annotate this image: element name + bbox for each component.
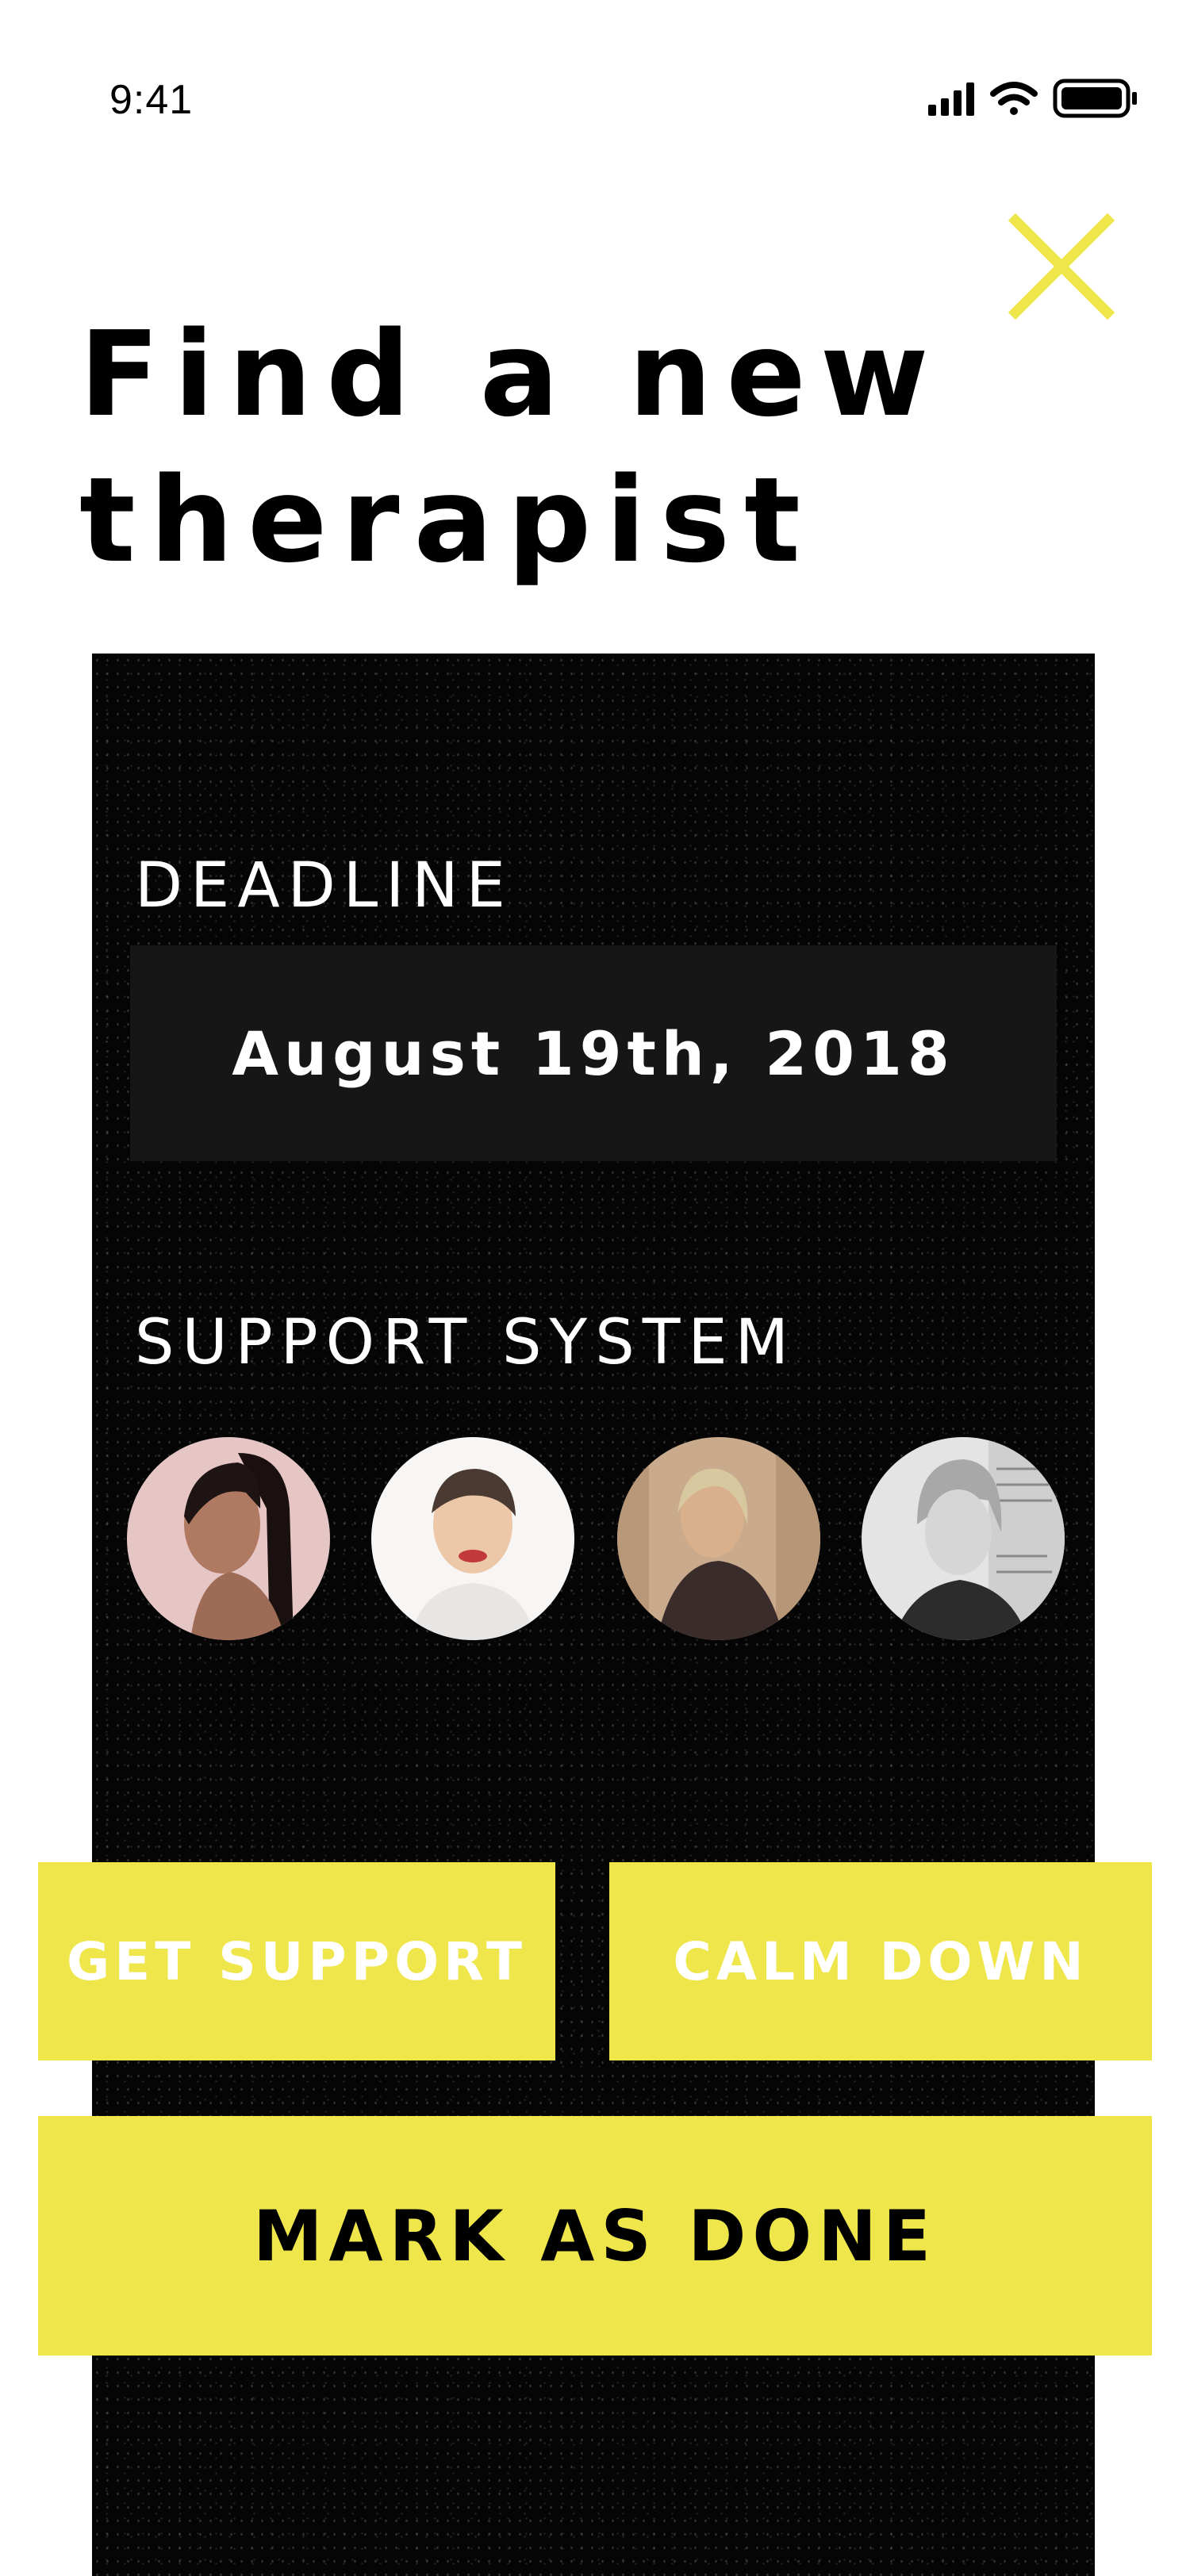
- deadline-value: August 19th, 2018: [232, 1018, 955, 1089]
- avatar-1: [127, 1437, 330, 1640]
- mark-as-done-button[interactable]: MARK AS DONE: [38, 2116, 1152, 2356]
- status-bar: 9:41: [0, 0, 1190, 151]
- wifi-icon: [990, 82, 1038, 115]
- avatar-2: [371, 1437, 574, 1640]
- avatar-4: [862, 1437, 1065, 1640]
- support-system-label: SUPPORT SYSTEM: [135, 1307, 797, 1378]
- calm-down-button[interactable]: CALM DOWN: [609, 1862, 1152, 2060]
- battery-icon: [1053, 79, 1137, 118]
- avatar-3: [617, 1437, 820, 1640]
- support-system-avatars: [127, 1437, 1065, 1643]
- deadline-label: DEADLINE: [135, 850, 513, 922]
- support-avatar-3[interactable]: [617, 1437, 820, 1640]
- status-icons: [928, 78, 1142, 121]
- page-title: Find a new therapist: [79, 306, 943, 588]
- status-time: 9:41: [109, 77, 194, 123]
- deadline-field[interactable]: August 19th, 2018: [130, 945, 1057, 1161]
- support-avatar-2[interactable]: [371, 1437, 574, 1640]
- support-avatar-1[interactable]: [127, 1437, 330, 1640]
- cellular-signal-icon: [928, 82, 974, 116]
- support-avatar-4[interactable]: [862, 1437, 1065, 1640]
- get-support-button[interactable]: GET SUPPORT: [38, 1862, 555, 2060]
